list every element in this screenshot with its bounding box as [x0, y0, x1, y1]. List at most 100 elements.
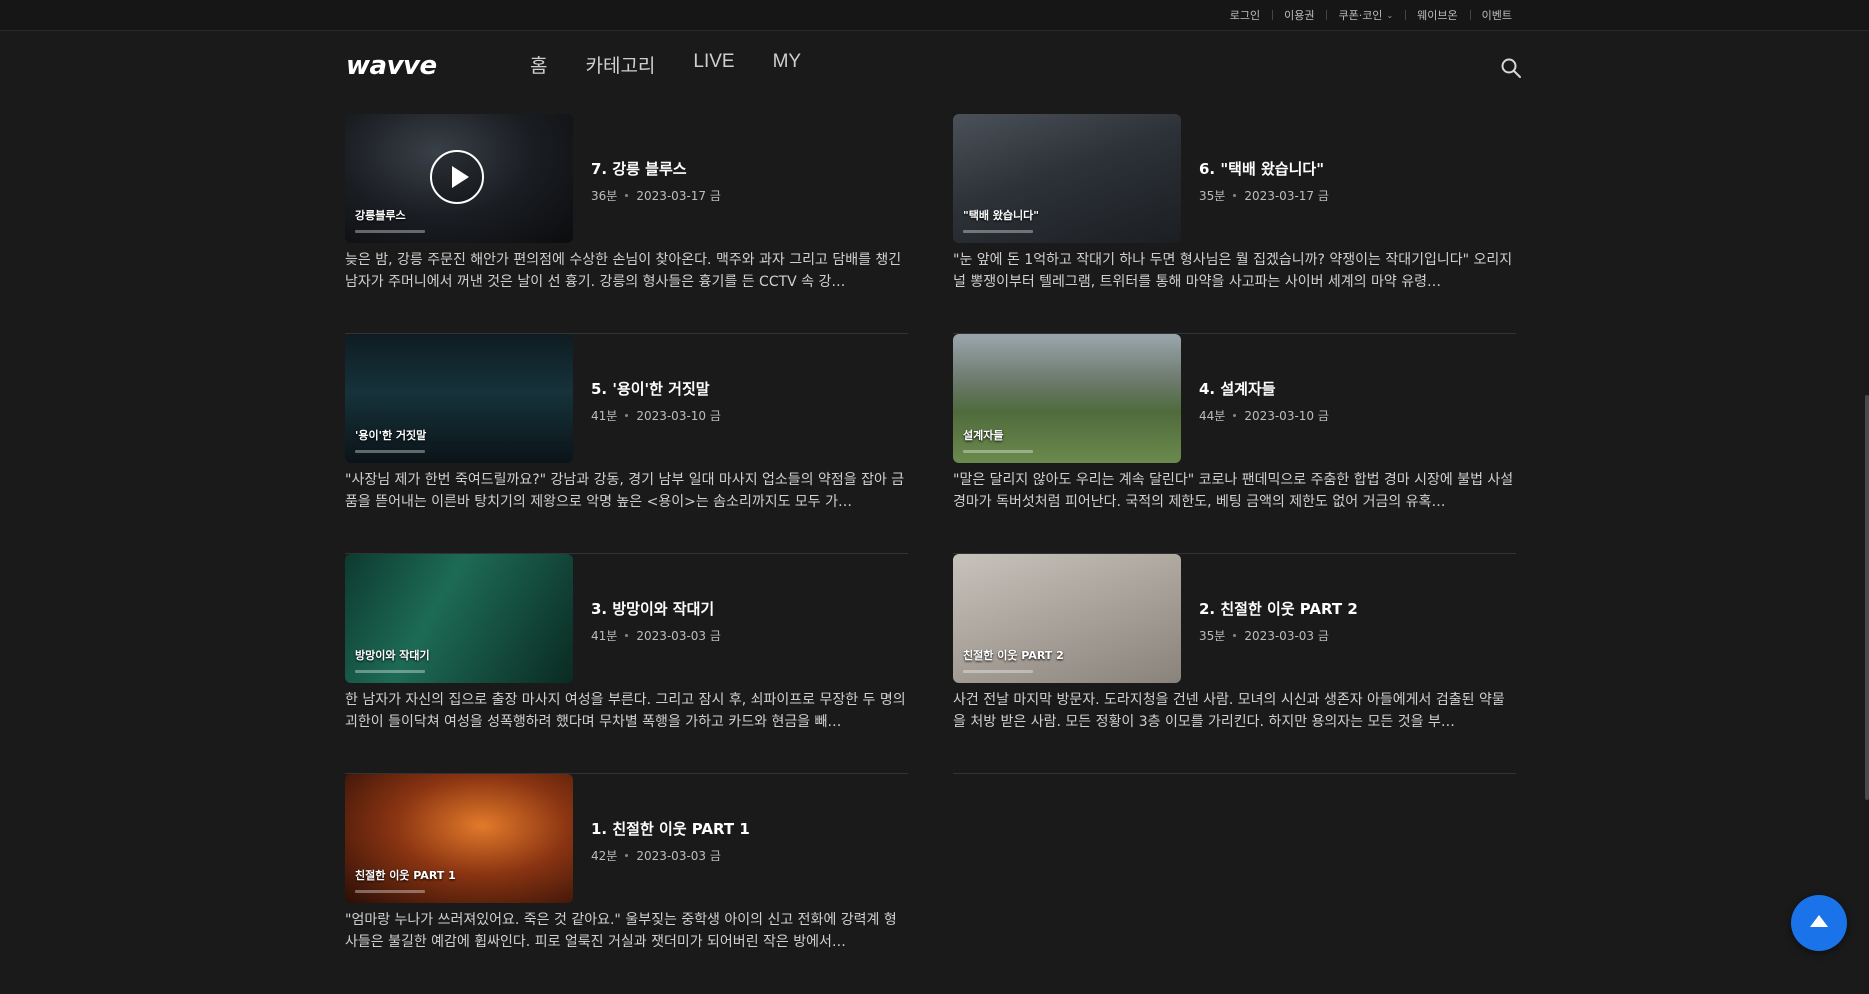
thumbnail-subcaption — [963, 670, 1033, 673]
episode-item[interactable]: 친절한 이웃 PART 1 1. 친절한 이웃 PART 1 42분 2023-0… — [345, 774, 908, 994]
event-link[interactable]: 이벤트 — [1469, 7, 1524, 23]
episode-duration: 44분 — [1199, 409, 1226, 423]
thumbnail-subcaption — [963, 450, 1033, 453]
utility-bar: 로그인 이용권 쿠폰·코인 ⌄ 웨이브온 이벤트 — [0, 0, 1869, 31]
nav-item-my[interactable]: MY — [773, 51, 802, 78]
wavve-logo[interactable]: wavve — [346, 51, 437, 81]
separator-dot — [1233, 414, 1237, 417]
nav-item-home[interactable]: 홈 — [530, 51, 547, 78]
episode-title[interactable]: 7. 강릉 블루스 — [591, 158, 721, 179]
episode-description: "엄마랑 누나가 쓰러져있어요. 죽은 것 같아요." 울부짖는 중학생 아이의… — [345, 912, 897, 950]
separator-dot — [625, 854, 629, 857]
separator-dot — [625, 414, 629, 417]
subscription-link[interactable]: 이용권 — [1272, 7, 1326, 23]
episode-item[interactable]: 방망이와 작대기 3. 방망이와 작대기 41분 2023-03-03 금 한 남… — [345, 554, 908, 774]
episode-info: 4. 설계자들 44분 2023-03-10 금 — [1199, 378, 1329, 424]
thumbnail-caption: 설계자들 — [963, 429, 1004, 442]
episode-thumbnail[interactable]: "택배 왔습니다" — [953, 114, 1181, 243]
thumbnail-caption: 강릉블루스 — [355, 209, 406, 222]
episode-description: 사건 전날 마지막 방문자. 도라지청을 건넨 사람. 모녀의 시신과 생존자 … — [953, 692, 1505, 730]
episode-info: 6. "택배 왔습니다" 35분 2023-03-17 금 — [1199, 158, 1329, 204]
thumbnail-subcaption — [963, 230, 1033, 233]
episode-title[interactable]: 5. '용이'한 거짓말 — [591, 378, 721, 399]
thumbnail-caption: '용이'한 거짓말 — [355, 429, 427, 442]
nav-item-live[interactable]: LIVE — [693, 51, 734, 78]
thumbnail-subcaption — [355, 890, 425, 893]
scrollbar-thumb[interactable] — [1865, 395, 1869, 800]
episode-description: "말은 달리지 않아도 우리는 계속 달린다" 코로나 팬데믹으로 주춤한 합법… — [953, 472, 1514, 510]
episode-title[interactable]: 3. 방망이와 작대기 — [591, 598, 721, 619]
episode-title[interactable]: 2. 친절한 이웃 PART 2 — [1199, 598, 1358, 619]
subscription-label: 이용권 — [1284, 9, 1315, 22]
thumbnail-caption: "택배 왔습니다" — [963, 209, 1040, 222]
episode-meta: 41분 2023-03-10 금 — [591, 407, 721, 424]
separator-dot — [1233, 634, 1237, 637]
episode-item[interactable]: "택배 왔습니다" 6. "택배 왔습니다" 35분 2023-03-17 금 "… — [953, 114, 1516, 334]
episode-thumbnail[interactable]: 친절한 이웃 PART 2 — [953, 554, 1181, 683]
episode-thumbnail[interactable]: 방망이와 작대기 — [345, 554, 573, 683]
episode-description: 한 남자가 자신의 집으로 출장 마사지 여성을 부른다. 그리고 잠시 후, … — [345, 692, 906, 730]
episode-meta: 41분 2023-03-03 금 — [591, 627, 721, 644]
episode-info: 2. 친절한 이웃 PART 2 35분 2023-03-03 금 — [1199, 598, 1358, 644]
episode-duration: 42분 — [591, 849, 618, 863]
thumbnail-subcaption — [355, 230, 425, 233]
episode-duration: 41분 — [591, 629, 618, 643]
separator-dot — [625, 634, 629, 637]
episode-title[interactable]: 4. 설계자들 — [1199, 378, 1329, 399]
episode-date: 2023-03-17 금 — [1244, 189, 1329, 203]
episode-title[interactable]: 1. 친절한 이웃 PART 1 — [591, 818, 750, 839]
thumbnail-subcaption — [355, 670, 425, 673]
coupon-coin-label: 쿠폰·코인 — [1338, 9, 1383, 22]
thumbnail-caption: 친절한 이웃 PART 1 — [355, 869, 456, 882]
thumbnail-caption: 방망이와 작대기 — [355, 649, 430, 662]
episode-description: "눈 앞에 돈 1억하고 작대기 하나 두면 형사님은 뭘 집겠습니까? 약쟁이… — [953, 252, 1513, 290]
episode-thumbnail[interactable]: 설계자들 — [953, 334, 1181, 463]
episode-duration: 35분 — [1199, 189, 1226, 203]
chevron-down-icon: ⌄ — [1386, 10, 1394, 20]
episode-duration: 41분 — [591, 409, 618, 423]
event-label: 이벤트 — [1481, 9, 1512, 22]
wavve-on-label: 웨이브온 — [1417, 9, 1458, 22]
episode-item[interactable]: '용이'한 거짓말 5. '용이'한 거짓말 41분 2023-03-10 금 "… — [345, 334, 908, 554]
episode-list: 강릉블루스 7. 강릉 블루스 36분 2023-03-17 금 늦은 밤, 강릉… — [345, 114, 1522, 994]
play-icon[interactable] — [430, 150, 484, 204]
nav-item-category[interactable]: 카테고리 — [585, 51, 655, 78]
episode-date: 2023-03-17 금 — [636, 189, 721, 203]
episode-meta: 44분 2023-03-10 금 — [1199, 407, 1329, 424]
episode-meta: 35분 2023-03-03 금 — [1199, 627, 1358, 644]
scroll-top-button[interactable] — [1791, 895, 1847, 951]
episode-item[interactable]: 강릉블루스 7. 강릉 블루스 36분 2023-03-17 금 늦은 밤, 강릉… — [345, 114, 908, 334]
search-icon[interactable] — [1500, 57, 1522, 79]
episode-date: 2023-03-10 금 — [636, 409, 721, 423]
episode-description: 늦은 밤, 강릉 주문진 해안가 편의점에 수상한 손님이 찾아온다. 맥주와 … — [345, 252, 902, 290]
separator-dot — [1233, 194, 1237, 197]
thumbnail-caption: 친절한 이웃 PART 2 — [963, 649, 1064, 662]
episode-thumbnail[interactable]: 친절한 이웃 PART 1 — [345, 774, 573, 903]
episode-info: 5. '용이'한 거짓말 41분 2023-03-10 금 — [591, 378, 721, 424]
episode-duration: 36분 — [591, 189, 618, 203]
episode-date: 2023-03-10 금 — [1244, 409, 1329, 423]
episode-date: 2023-03-03 금 — [1244, 629, 1329, 643]
login-link[interactable]: 로그인 — [1218, 7, 1272, 23]
scrollbar[interactable] — [1863, 30, 1869, 965]
episode-title[interactable]: 6. "택배 왔습니다" — [1199, 158, 1329, 179]
thumbnail-subcaption — [355, 450, 425, 453]
main-nav: wavve 홈 카테고리 LIVE MY — [0, 31, 1869, 106]
episode-meta: 35분 2023-03-17 금 — [1199, 187, 1329, 204]
separator-dot — [625, 194, 629, 197]
episode-item[interactable]: 친절한 이웃 PART 2 2. 친절한 이웃 PART 2 35분 2023-0… — [953, 554, 1516, 774]
episode-description: "사장님 제가 한번 죽여드릴까요?" 강남과 강동, 경기 남부 일대 마사지… — [345, 472, 905, 510]
episode-info: 3. 방망이와 작대기 41분 2023-03-03 금 — [591, 598, 721, 644]
episode-date: 2023-03-03 금 — [636, 849, 721, 863]
episode-thumbnail[interactable]: '용이'한 거짓말 — [345, 334, 573, 463]
episode-info: 1. 친절한 이웃 PART 1 42분 2023-03-03 금 — [591, 818, 750, 864]
episode-item[interactable]: 설계자들 4. 설계자들 44분 2023-03-10 금 "말은 달리지 않아도… — [953, 334, 1516, 554]
login-label: 로그인 — [1229, 9, 1261, 22]
episode-meta: 42분 2023-03-03 금 — [591, 847, 750, 864]
episode-duration: 35분 — [1199, 629, 1226, 643]
episode-date: 2023-03-03 금 — [636, 629, 721, 643]
coupon-coin-menu[interactable]: 쿠폰·코인 ⌄ — [1326, 7, 1405, 23]
wavve-on-link[interactable]: 웨이브온 — [1405, 7, 1469, 23]
episode-thumbnail[interactable]: 강릉블루스 — [345, 114, 573, 243]
episode-meta: 36분 2023-03-17 금 — [591, 187, 721, 204]
